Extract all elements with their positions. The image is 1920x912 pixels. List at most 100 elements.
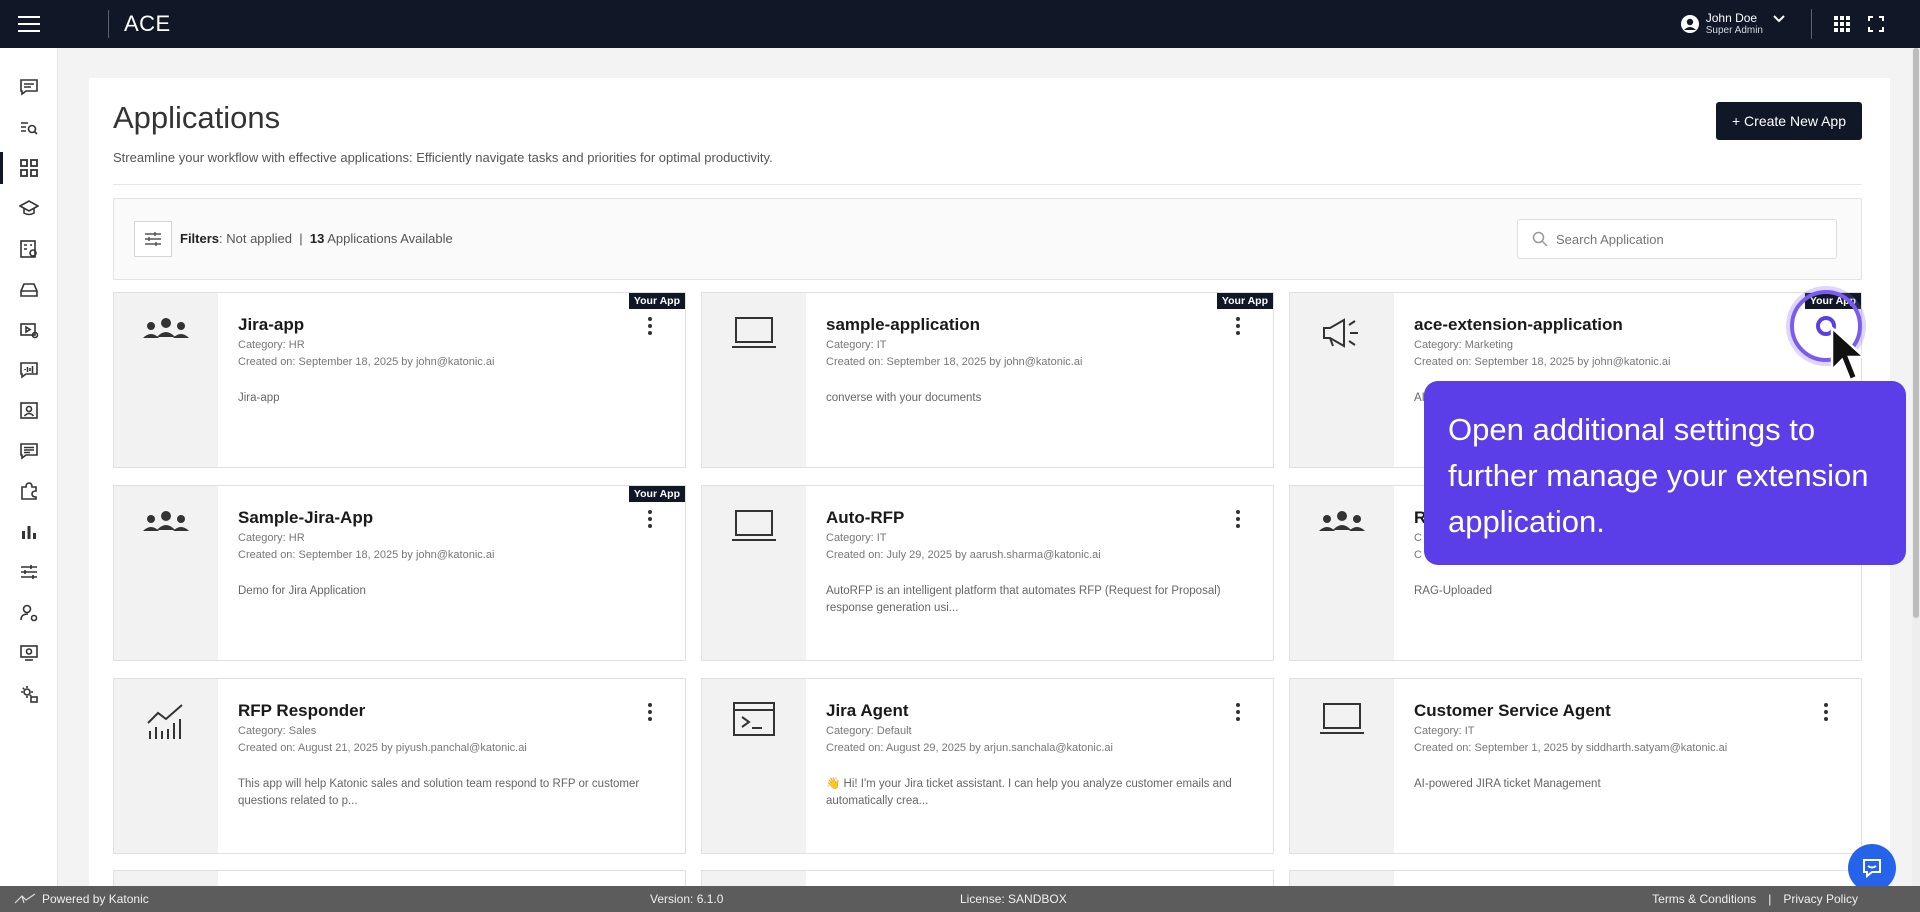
sidebar-item-media[interactable]	[0, 310, 58, 350]
card-category: Category: Default	[826, 725, 912, 737]
sidebar-item-learning[interactable]	[0, 188, 58, 228]
footer-separator: |	[1768, 892, 1772, 906]
tour-tooltip: Open additional settings to further mana…	[1424, 381, 1906, 565]
sidebar-item-catalog[interactable]	[0, 229, 58, 269]
card-category: Category: Sales	[238, 725, 317, 737]
card-created: Created on: September 1, 2025 by siddhar…	[1414, 742, 1728, 754]
monitor-icon	[20, 645, 38, 661]
sidebar-item-monitor[interactable]	[0, 633, 58, 673]
filter-label: Filters	[180, 231, 220, 246]
app-card-jira-app[interactable]: Jira-app Category: HR Created on: Septem…	[113, 292, 686, 468]
app-card-jira-agent[interactable]: Jira Agent Category: Default Created on:…	[701, 678, 1274, 854]
chat-bubble-icon	[1863, 859, 1881, 879]
sidebar-item-admin[interactable]	[0, 674, 58, 714]
sidebar-item-notes[interactable]	[0, 431, 58, 471]
search-input[interactable]	[1556, 231, 1816, 247]
chat-support-button[interactable]	[1848, 844, 1896, 892]
sidebar-item-extensions[interactable]	[0, 471, 58, 511]
card-thumbnail	[114, 293, 218, 467]
search-list-icon	[21, 122, 38, 135]
card-created: Created on: August 29, 2025 by arjun.san…	[826, 742, 1113, 754]
sidebar-item-reports[interactable]	[0, 512, 58, 552]
more-options-icon[interactable]	[643, 510, 657, 528]
card-thumbnail	[114, 679, 218, 853]
sidebar-item-chat[interactable]	[0, 67, 58, 107]
megaphone-icon	[1323, 318, 1358, 348]
dashboard-grid-icon	[20, 159, 38, 177]
more-options-icon[interactable]	[643, 703, 657, 721]
user-menu[interactable]: John Doe Super Admin	[1680, 11, 1785, 37]
laptop-icon	[732, 317, 776, 348]
laptop-icon	[1320, 703, 1364, 734]
divider	[113, 184, 1862, 185]
sliders-icon	[21, 565, 37, 579]
user-name: John Doe	[1705, 11, 1758, 25]
page-description: Streamline your workflow with effective …	[113, 150, 773, 165]
topbar-separator	[1811, 9, 1812, 39]
card-created: Created on: August 21, 2025 by piyush.pa…	[238, 742, 527, 754]
card-category: Category: Marketing	[1414, 339, 1514, 351]
card-title: Customer Service Agent	[1414, 701, 1611, 720]
top-bar: ACE John Doe Super Admin	[0, 0, 1920, 48]
more-options-icon[interactable]	[1231, 317, 1245, 335]
people-group-icon	[143, 318, 189, 338]
people-group-icon	[1319, 511, 1365, 531]
footer: Powered by Katonic Version: 6.1.0 Licens…	[0, 886, 1920, 912]
card-category: C	[1414, 532, 1422, 544]
card-description: converse with your documents	[826, 392, 982, 404]
card-title: RFP Responder	[238, 701, 366, 720]
app-card-sample-application[interactable]: sample-application Category: IT Created …	[701, 292, 1274, 468]
notes-icon	[20, 443, 38, 460]
privacy-link[interactable]: Privacy Policy	[1783, 892, 1858, 906]
more-options-icon[interactable]	[643, 317, 657, 335]
filter-separator: |	[299, 231, 303, 246]
card-thumbnail	[114, 486, 218, 660]
sidebar-item-applications[interactable]	[0, 148, 58, 188]
card-title: Sample-Jira-App	[238, 508, 374, 527]
sidebar-item-users[interactable]	[0, 593, 58, 633]
search-icon	[1532, 231, 1548, 247]
create-new-app-button[interactable]: + Create New App	[1715, 102, 1862, 140]
gear-lock-icon	[21, 686, 38, 703]
more-options-icon[interactable]	[1231, 703, 1245, 721]
terminal-icon	[733, 702, 775, 736]
tray-icon	[20, 283, 38, 297]
terms-link[interactable]: Terms & Conditions	[1652, 892, 1756, 906]
card-category: Category: IT	[826, 339, 887, 351]
people-group-icon	[143, 511, 189, 531]
card-created: Created on: July 29, 2025 by aarush.shar…	[826, 549, 1101, 561]
card-title: Jira Agent	[826, 701, 909, 720]
waveform-icon	[20, 362, 38, 379]
sidebar-item-search[interactable]	[0, 108, 58, 148]
fullscreen-icon[interactable]	[1866, 14, 1886, 34]
card-description: RAG-Uploaded	[1414, 585, 1492, 597]
sidebar-item-models[interactable]	[0, 269, 58, 309]
filter-button[interactable]	[134, 221, 172, 257]
card-title: Auto-RFP	[826, 508, 905, 527]
scrollbar-thumb[interactable]	[1913, 48, 1919, 618]
menu-icon[interactable]	[0, 0, 58, 48]
apps-count-label: Applications Available	[327, 231, 453, 246]
apps-grid-icon[interactable]	[1832, 14, 1852, 34]
sidebar	[0, 48, 58, 886]
more-options-icon[interactable]	[1231, 510, 1245, 528]
app-card-customer-service-agent[interactable]: Customer Service Agent Category: IT Crea…	[1289, 678, 1862, 854]
sidebar-item-contacts[interactable]	[0, 391, 58, 431]
powered-by-text: Powered by Katonic	[42, 892, 149, 906]
app-card-auto-rfp[interactable]: Auto-RFP Category: IT Created on: July 2…	[701, 485, 1274, 661]
page-scrollbar[interactable]	[1912, 48, 1920, 886]
your-app-badge: Your App	[628, 486, 685, 502]
license-text: License: SANDBOX	[960, 892, 1067, 906]
card-title: ace-extension-application	[1414, 315, 1623, 334]
chat-icon	[20, 79, 38, 96]
sidebar-item-analytics[interactable]	[0, 350, 58, 390]
bar-chart-icon	[22, 526, 36, 539]
chart-icon	[147, 704, 183, 739]
sidebar-item-settings-sliders[interactable]	[0, 552, 58, 592]
card-created: C	[1414, 549, 1422, 561]
more-options-icon[interactable]	[1819, 703, 1833, 721]
puzzle-icon	[21, 482, 37, 500]
app-card-sample-jira-app[interactable]: Sample-Jira-App Category: HR Created on:…	[113, 485, 686, 661]
app-card-rfp-responder[interactable]: RFP Responder Category: Sales Created on…	[113, 678, 686, 854]
card-created: Created on: September 18, 2025 by john@k…	[1414, 356, 1671, 368]
